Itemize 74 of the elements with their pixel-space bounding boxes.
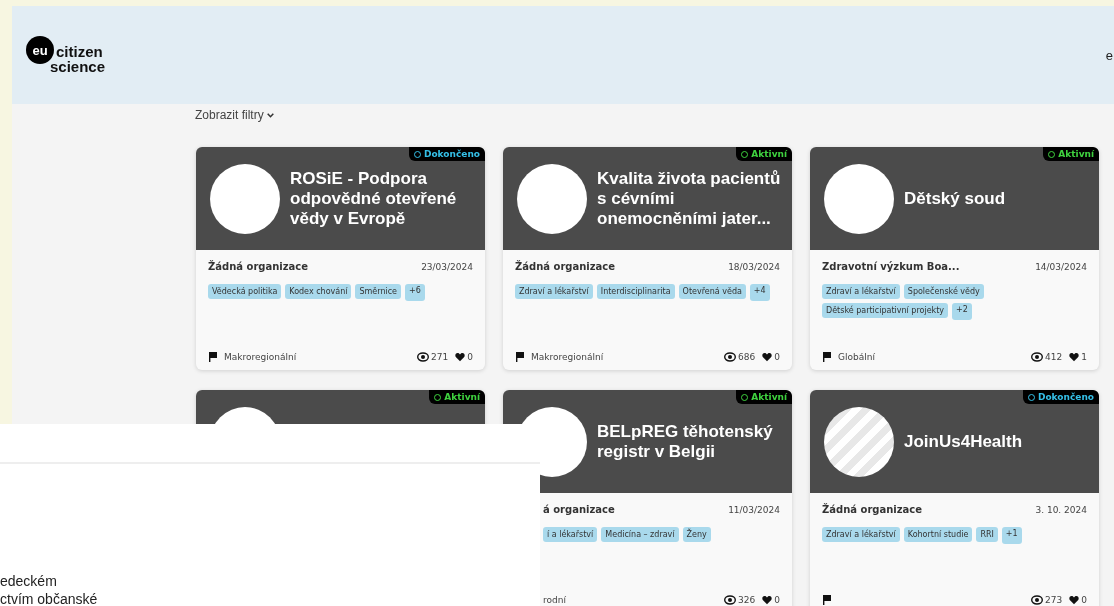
like-count: 1 (1081, 352, 1087, 362)
logo-badge[interactable]: eu (26, 36, 54, 64)
view-count: 271 (431, 352, 449, 362)
status-badge: Dokončeno (408, 147, 485, 161)
heart-icon (1069, 352, 1080, 362)
heart-icon (762, 352, 773, 362)
like-count: 0 (774, 595, 780, 605)
more-tags-count[interactable]: +1 (1001, 527, 1022, 544)
topic-tag[interactable]: Zdraví a lékařství (822, 527, 900, 542)
topic-tag[interactable]: Interdisciplinarita (596, 284, 675, 299)
topic-tag[interactable]: Kohortní studie (903, 527, 973, 542)
show-filters-toggle[interactable]: Zobrazit filtry (195, 105, 274, 123)
eye-icon (1031, 352, 1044, 362)
flag-icon (208, 352, 218, 362)
flag-icon (822, 352, 832, 362)
organization-name: Žádná organizace (208, 261, 309, 272)
dialog-text-line: ctvím občanské (0, 590, 99, 606)
status-badge: Dokončeno (1022, 390, 1099, 404)
eye-icon (417, 352, 430, 362)
view-count: 412 (1045, 352, 1063, 362)
project-date: 18/03/2024 (728, 261, 780, 272)
status-badge: Aktivní (1043, 147, 1099, 161)
more-tags-count[interactable]: +4 (749, 284, 770, 301)
topic-tag[interactable]: Dětské participativní projekty (822, 303, 949, 318)
view-count: 326 (738, 595, 756, 605)
organization-name: Žádná organizace (515, 261, 616, 272)
project-date: 11/03/2024 (728, 504, 780, 515)
topic-tag[interactable]: Kodex chování (285, 284, 352, 299)
heart-icon (455, 352, 466, 362)
topic-tag[interactable]: Otevřená věda (678, 284, 746, 299)
like-count: 0 (1081, 595, 1087, 605)
organization-name: Žádná organizace (822, 504, 923, 515)
scope-label: Globální (838, 352, 875, 362)
organization-name: á organizace (543, 504, 615, 515)
project-date: 14/03/2024 (1035, 261, 1087, 272)
status-badge: Aktivní (736, 390, 792, 404)
topic-tag[interactable]: Společenské vědy (903, 284, 984, 299)
topic-tag[interactable]: Směrnice (355, 284, 401, 299)
topic-tag[interactable]: Vědecká politika (208, 284, 282, 299)
like-count: 0 (774, 352, 780, 362)
status-badge: Aktivní (429, 390, 485, 404)
flag-icon (515, 352, 525, 362)
organization-name: Zdravotní výzkum Boa... (822, 261, 960, 272)
dialog-text-line: edeckém (0, 572, 58, 590)
like-count: 0 (467, 352, 473, 362)
view-count: 686 (738, 352, 756, 362)
eye-icon (724, 595, 737, 605)
project-date: 3. 10. 2024 (1035, 504, 1087, 515)
project-title[interactable]: ROSiE - Podpora odpovědné otevřené vědy v Evropě (290, 168, 485, 229)
project-date: 23/03/2024 (421, 261, 473, 272)
heart-icon (762, 595, 773, 605)
chevron-down-icon (266, 112, 274, 118)
topic-tag[interactable]: RRI (976, 527, 998, 542)
topic-tag[interactable]: Ženy (682, 527, 711, 542)
nav-link[interactable]: e (1105, 47, 1113, 63)
more-tags-count[interactable]: +6 (405, 284, 425, 301)
project-title[interactable]: Kvalita života pacientů s cévními onemocněními jater... (597, 168, 792, 229)
topic-tag[interactable]: Medicína – zdraví (601, 527, 679, 542)
scope-label: rodní (543, 595, 566, 605)
project-title[interactable]: BELpREG těhotenský registr v Belgii (597, 421, 792, 462)
topic-tag[interactable]: Zdraví a lékařství (515, 284, 593, 299)
eye-icon (724, 352, 737, 362)
scope-label: Makroregionální (531, 352, 604, 362)
scope-label: Makroregionální (224, 352, 297, 362)
topic-tag[interactable]: í a lékařství (543, 527, 598, 542)
view-count: 273 (1045, 595, 1063, 605)
project-title[interactable]: Dětský soud (904, 188, 1014, 209)
eye-icon (1031, 595, 1044, 605)
flag-icon (822, 595, 832, 605)
project-title[interactable]: JoinUs4Health (904, 431, 1031, 452)
status-badge: Aktivní (736, 147, 792, 161)
topic-tag[interactable]: Zdraví a lékařství (822, 284, 900, 299)
heart-icon (1069, 595, 1080, 605)
more-tags-count[interactable]: +2 (952, 303, 972, 320)
